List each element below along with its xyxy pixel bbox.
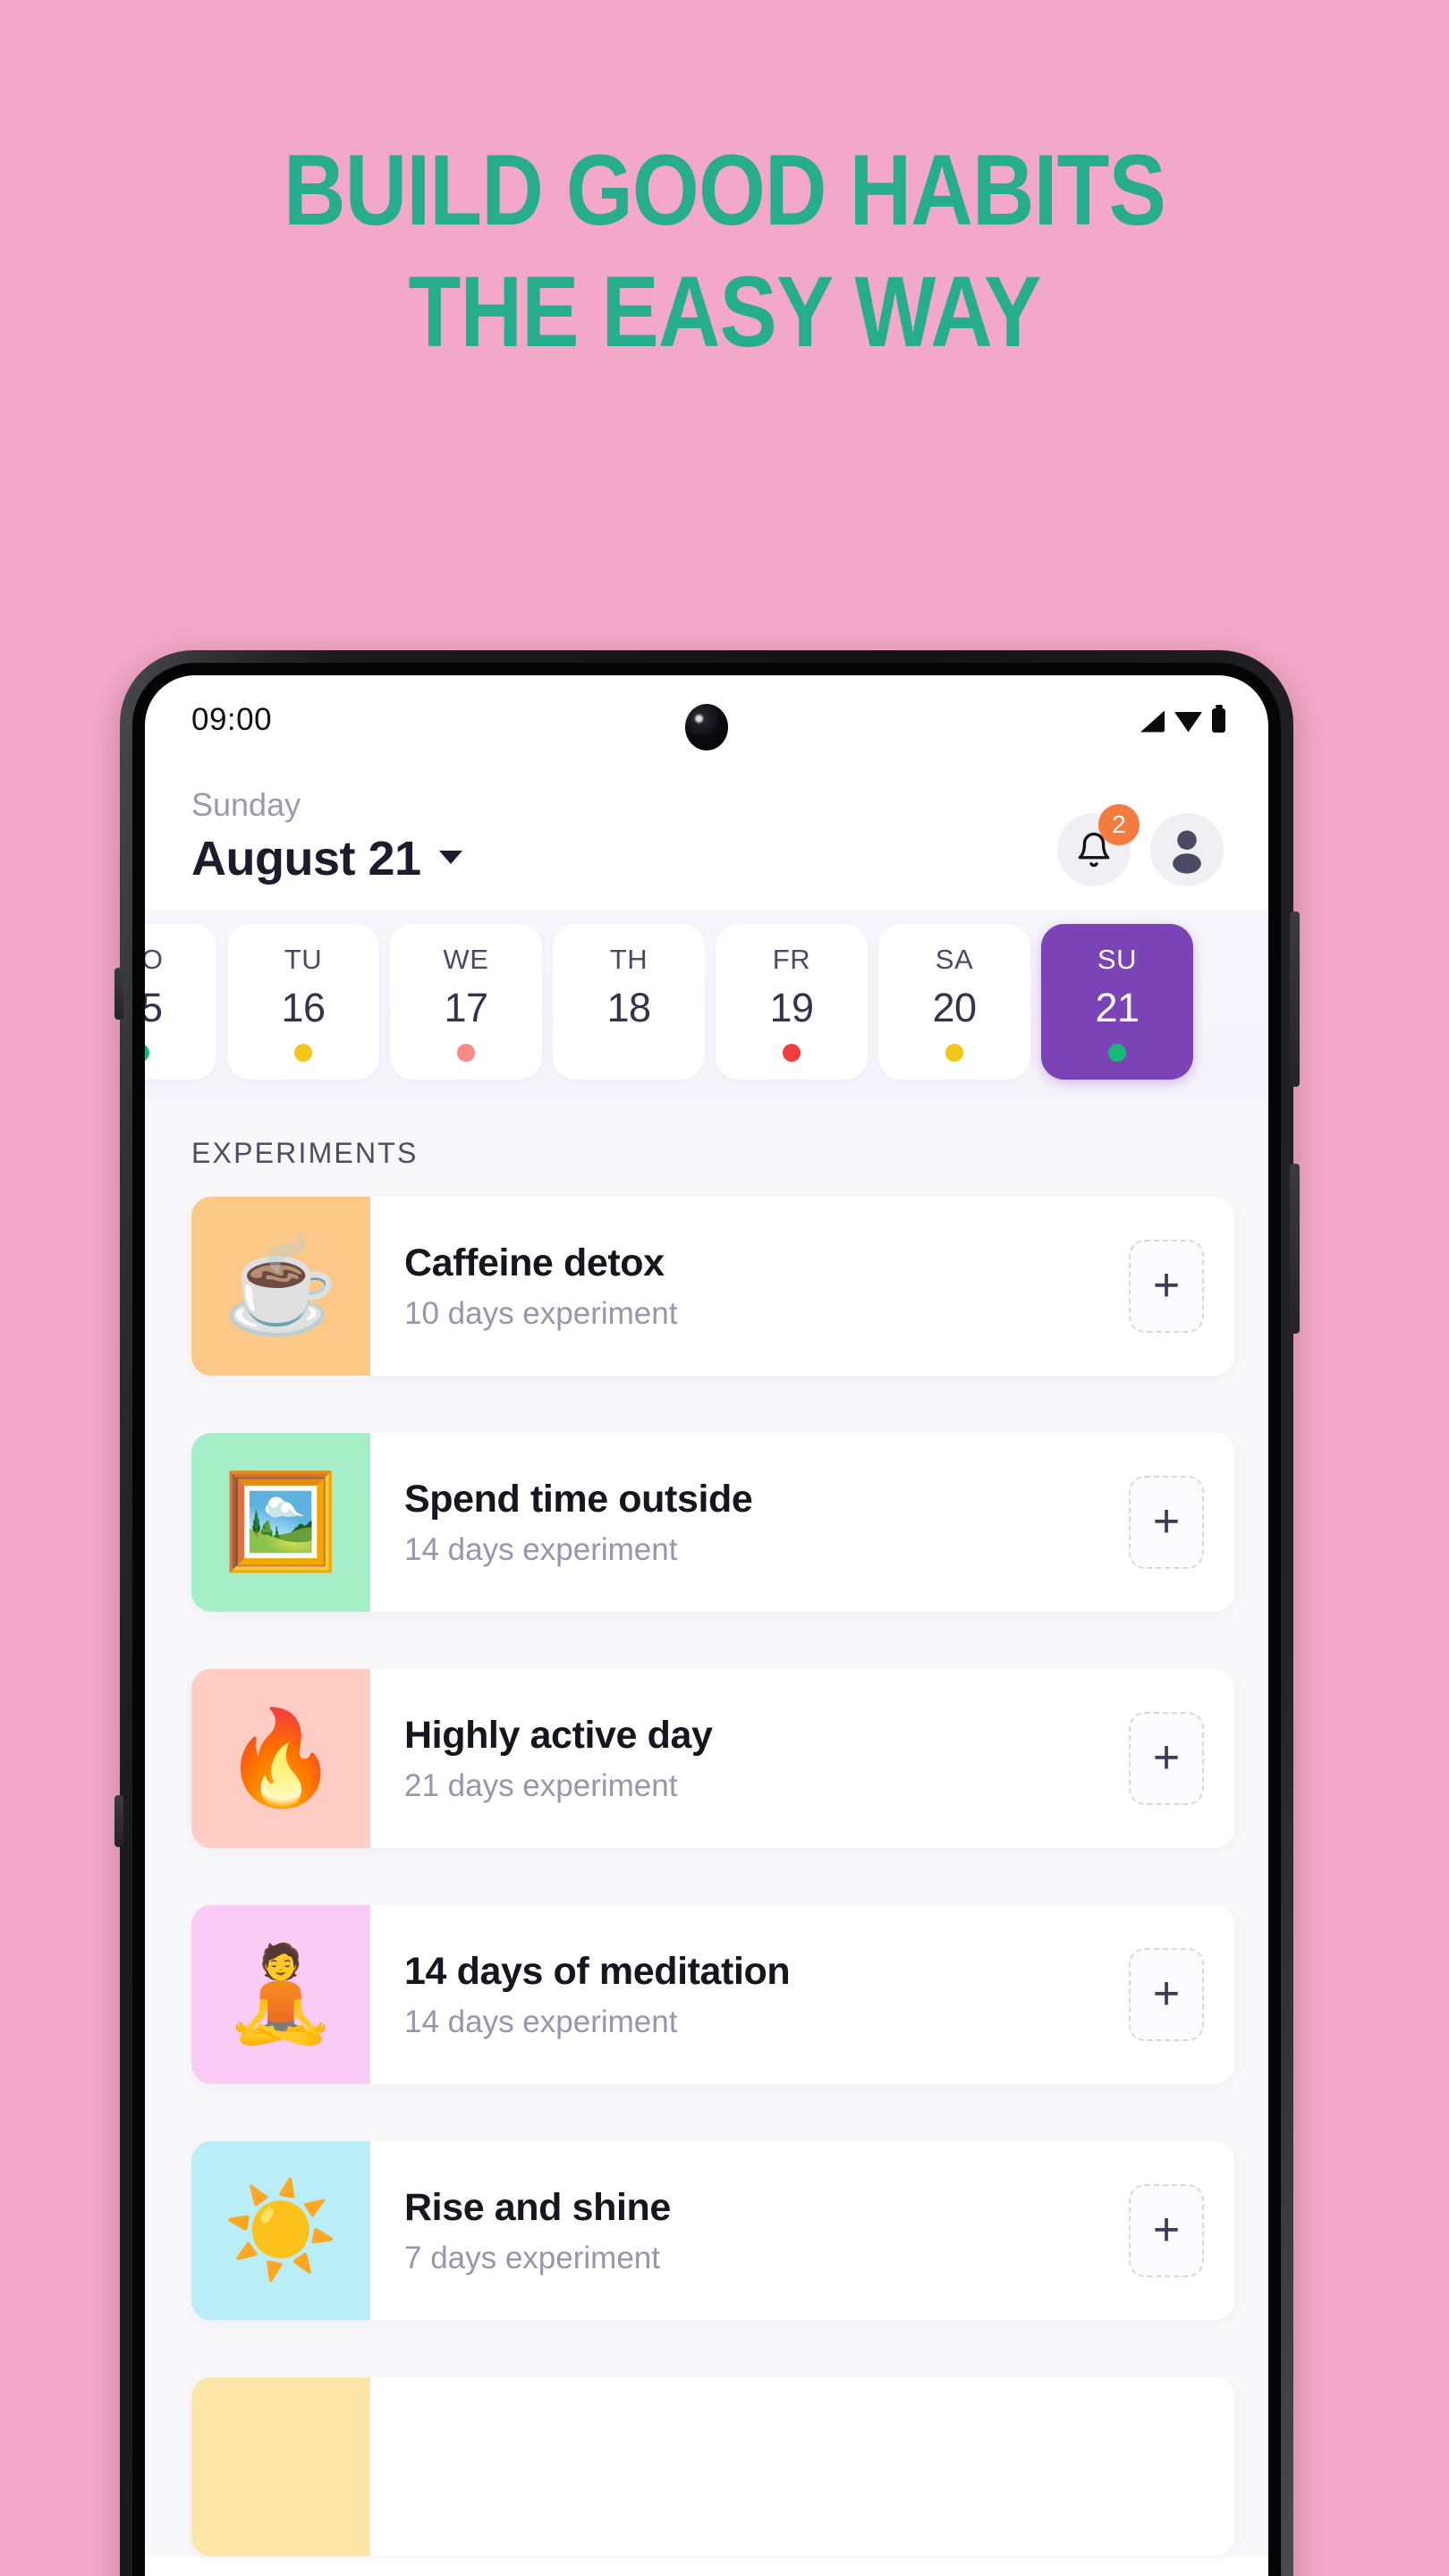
phone-left-button-top[interactable]: [114, 968, 123, 1020]
day-status-dot: [945, 1044, 963, 1062]
notifications-button[interactable]: 2: [1057, 804, 1140, 886]
day-dow-label: TU: [284, 944, 323, 975]
headline-line-2: The easy way: [408, 256, 1042, 369]
day-number-label: 16: [281, 985, 326, 1030]
add-button-wrap: +: [1129, 1669, 1234, 1848]
experiment-info: Highly active day 21 days experiment: [370, 1669, 1129, 1848]
experiment-title: Spend time outside: [404, 1477, 753, 1521]
experiment-subtitle: 7 days experiment: [404, 2240, 660, 2275]
notification-badge: 2: [1098, 804, 1140, 845]
week-date-strip[interactable]: MO 15 TU 16 WE 17 TH 18 FR 19: [145, 910, 1268, 1097]
marketing-headline: Build good habits The easy way: [101, 138, 1347, 369]
day-cell-su-selected[interactable]: SU 21: [1041, 924, 1193, 1080]
signal-icon: [1140, 710, 1165, 733]
day-dow-label: MO: [145, 944, 164, 975]
experiments-section-title: EXPERIMENTS: [145, 1097, 1268, 1197]
status-bar-clock: 09:00: [191, 702, 273, 737]
day-cell-tu[interactable]: TU 16: [227, 924, 379, 1080]
add-experiment-button[interactable]: +: [1129, 1240, 1204, 1333]
experiments-list: ☕ Caffeine detox 10 days experiment + 🖼️…: [145, 1197, 1268, 2556]
add-button-wrap: +: [1129, 1905, 1234, 2084]
day-cell-we[interactable]: WE 17: [390, 924, 542, 1080]
date-row[interactable]: August 21: [191, 831, 1057, 886]
experiment-subtitle: 14 days experiment: [404, 1531, 678, 1567]
day-status-dot: [783, 1044, 801, 1062]
list-item[interactable]: 🔥 Highly active day 21 days experiment +: [191, 1669, 1234, 1848]
day-cell-sa[interactable]: SA 20: [878, 924, 1030, 1080]
experiment-info: [370, 2377, 1204, 2556]
sun-emoji: ☀️: [191, 2141, 370, 2320]
experiment-title: Caffeine detox: [404, 1241, 665, 1284]
list-item[interactable]: ☕ Caffeine detox 10 days experiment +: [191, 1197, 1234, 1376]
experiment-info: Caffeine detox 10 days experiment: [370, 1197, 1129, 1376]
experiment-title: Rise and shine: [404, 2185, 671, 2229]
day-status-dot: [620, 1044, 638, 1062]
day-number-label: 15: [145, 985, 163, 1030]
day-dow-label: SU: [1097, 944, 1138, 975]
experiment-subtitle: 21 days experiment: [404, 1767, 678, 1803]
coffee-emoji: ☕: [191, 1197, 370, 1376]
experiment-title: 14 days of meditation: [404, 1949, 791, 1993]
day-dow-label: WE: [443, 944, 489, 975]
meditation-emoji: 🧘: [191, 1905, 370, 2084]
chevron-down-icon[interactable]: [438, 850, 462, 864]
current-date-label: August 21: [191, 832, 421, 886]
day-status-dot: [457, 1044, 475, 1062]
experiment-subtitle: 14 days experiment: [404, 2004, 678, 2039]
add-button-wrap: +: [1129, 1433, 1234, 1612]
day-number-label: 21: [1095, 985, 1140, 1030]
day-cell-th[interactable]: TH 18: [553, 924, 705, 1080]
list-item[interactable]: 🖼️ Spend time outside 14 days experiment…: [191, 1433, 1234, 1612]
day-dow-label: FR: [772, 944, 811, 975]
experiment-title: Highly active day: [404, 1713, 713, 1757]
add-experiment-button[interactable]: +: [1129, 1712, 1204, 1805]
phone-screen: 09:00 Sunday August 21 2 O 5 TU 16 WE 17…: [145, 675, 1268, 2576]
day-cell-fr[interactable]: FR 19: [716, 924, 868, 1080]
day-status-dot: [1108, 1044, 1126, 1062]
list-item[interactable]: 🧘 14 days of meditation 14 days experime…: [191, 1905, 1234, 2084]
add-experiment-button[interactable]: +: [1129, 1476, 1204, 1569]
profile-button[interactable]: [1150, 813, 1224, 886]
header-actions: 2: [1057, 804, 1224, 886]
experiment-info: Rise and shine 7 days experiment: [370, 2141, 1129, 2320]
date-selector[interactable]: Sunday August 21: [191, 786, 1057, 886]
add-experiment-button[interactable]: +: [1129, 1948, 1204, 2041]
power-button[interactable]: [1290, 1164, 1300, 1334]
experiment-info: Spend time outside 14 days experiment: [370, 1433, 1129, 1612]
volume-button[interactable]: [1290, 911, 1300, 1087]
app-header: Sunday August 21 2: [145, 765, 1268, 910]
add-experiment-button[interactable]: +: [1129, 2184, 1204, 2277]
avatar-icon: [1173, 830, 1201, 874]
day-number-label: 19: [769, 985, 814, 1030]
add-button-wrap: +: [1129, 1197, 1234, 1376]
headline-line-1: Build good habits: [283, 134, 1166, 246]
status-bar-icons: [1140, 704, 1225, 733]
experiment-subtitle: 10 days experiment: [404, 1295, 678, 1331]
status-bar: 09:00: [145, 675, 1268, 765]
list-item[interactable]: [191, 2377, 1234, 2556]
phone-mockup: 09:00 Sunday August 21 2 O 5 TU 16 WE 17…: [114, 650, 1300, 2576]
day-number-label: 17: [444, 985, 488, 1030]
day-number-label: 20: [932, 985, 977, 1030]
weekday-label: Sunday: [191, 786, 301, 823]
add-button-wrap: [1204, 2377, 1234, 2556]
wifi-icon: [1174, 711, 1202, 733]
day-dow-label: TH: [609, 944, 648, 975]
day-status-dot: [145, 1044, 149, 1062]
experiment-info: 14 days of meditation 14 days experiment: [370, 1905, 1129, 2084]
day-number-label: 18: [606, 985, 651, 1030]
day-cell-mo[interactable]: MO 15: [145, 924, 216, 1080]
day-dow-label: SA: [935, 944, 974, 975]
partial-card-thumb: [191, 2377, 370, 2556]
list-item[interactable]: ☀️ Rise and shine 7 days experiment +: [191, 2141, 1234, 2320]
battery-icon: [1212, 704, 1225, 733]
add-button-wrap: +: [1129, 2141, 1234, 2320]
framed-picture-emoji: 🖼️: [191, 1433, 370, 1612]
front-camera-icon: [685, 704, 728, 750]
phone-left-button-bottom[interactable]: [114, 1795, 123, 1847]
day-status-dot: [294, 1044, 312, 1062]
fire-emoji: 🔥: [191, 1669, 370, 1848]
